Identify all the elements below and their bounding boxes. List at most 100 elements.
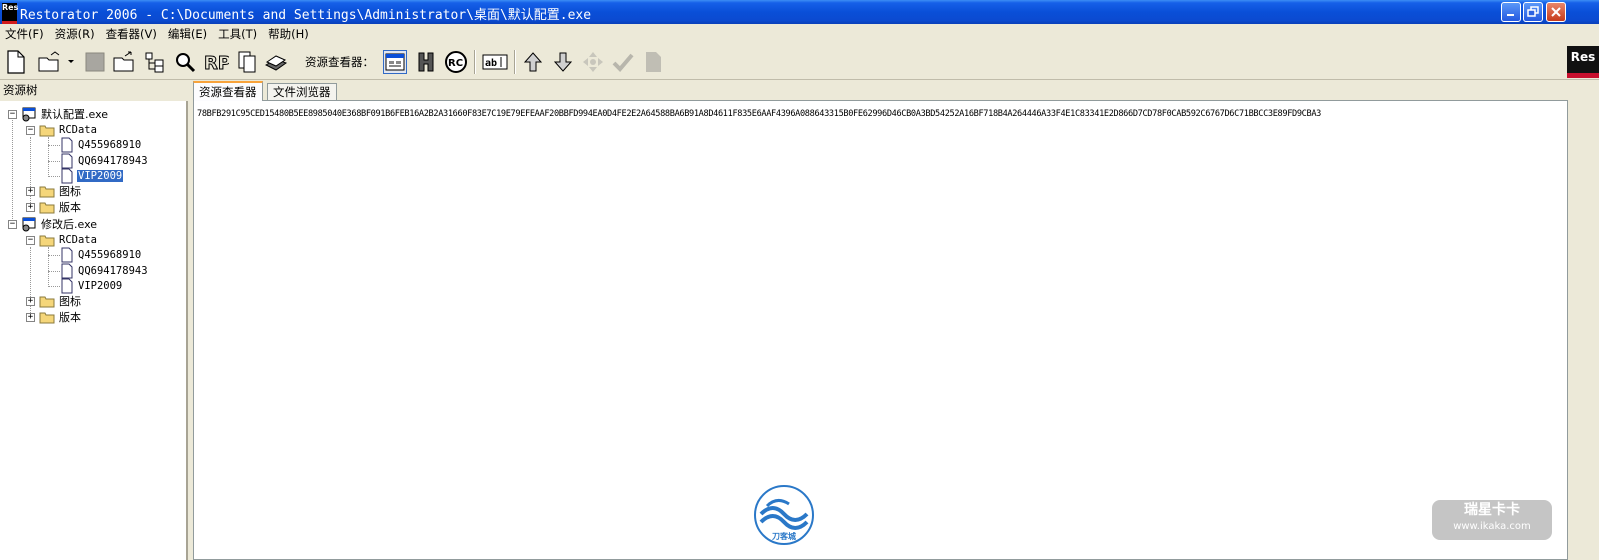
close-button[interactable] [1546, 2, 1566, 22]
open-folder-icon [38, 51, 60, 72]
apply-button[interactable] [611, 50, 635, 74]
menu-file[interactable]: 文件(F) [0, 26, 50, 42]
move-down-button[interactable] [551, 50, 575, 74]
svg-text:RP: RP [204, 53, 229, 74]
tree-resource-node[interactable]: VIP2009 [60, 278, 123, 294]
tree-resource-label: Q455968910 [78, 139, 142, 151]
checkmark-disabled-icon [612, 53, 634, 72]
menu-help[interactable]: 帮助(H) [263, 26, 315, 42]
save-button[interactable] [83, 50, 107, 74]
document-icon [61, 263, 73, 279]
open-button[interactable] [37, 50, 61, 74]
collapse-toggle[interactable]: − [8, 219, 17, 229]
tree-folder-label: RCData [59, 124, 97, 136]
rp-button[interactable]: RP [203, 50, 230, 75]
expand-toggle[interactable]: + [26, 186, 35, 196]
tree-file-label: 修改后.exe [41, 218, 98, 231]
tab-file-browser[interactable]: 文件浏览器 [267, 83, 337, 100]
tree-file-node[interactable]: − 默认配置.exe [8, 106, 109, 122]
view-rc-button[interactable]: RC [444, 50, 468, 74]
tree-resource-node[interactable]: QQ694178943 [60, 153, 149, 169]
folder-arrow-icon [113, 51, 134, 72]
document-icon [61, 278, 73, 294]
tree-folder-node[interactable]: − RCData [26, 232, 98, 248]
arrow-up-icon [523, 52, 543, 72]
menu-resource[interactable]: 资源(R) [50, 26, 101, 42]
folder-icon [39, 186, 55, 198]
copy-button[interactable] [235, 50, 259, 74]
view-visual-button[interactable] [383, 50, 407, 74]
expand-toggle[interactable]: + [26, 202, 35, 212]
save-disabled-icon [85, 52, 105, 72]
tree-folder-node[interactable]: + 版本 [26, 309, 82, 325]
tree-resource-label: QQ694178943 [78, 265, 148, 277]
title-bar[interactable]: Res Restorator 2006 - C:\Documents and S… [0, 0, 1599, 24]
view-edit-button[interactable]: ab [482, 50, 508, 74]
exe-file-icon [22, 217, 36, 232]
svg-text:ab: ab [485, 58, 497, 69]
tree-folder-label: 图标 [59, 185, 81, 198]
tree-folder-label: 图标 [59, 295, 81, 308]
rp-icon: RP [204, 53, 230, 75]
tree-resource-label: VIP2009 [78, 280, 123, 292]
folder-icon [39, 125, 55, 137]
view-hex-button[interactable] [414, 50, 438, 74]
tree-folder-node[interactable]: − RCData [26, 122, 98, 138]
collapse-toggle[interactable]: − [8, 109, 17, 119]
menu-viewer[interactable]: 查看器(V) [101, 26, 163, 42]
tree-file-node[interactable]: − 修改后.exe [8, 216, 98, 232]
resource-tree-header: 资源树 [3, 83, 38, 97]
tree-resource-node[interactable]: Q455968910 [60, 247, 142, 263]
copy-pages-icon [238, 51, 256, 73]
tree-resource-node[interactable]: Q455968910 [60, 137, 142, 153]
viewer-label: 资源查看器： [305, 55, 374, 69]
collapse-toggle[interactable]: − [26, 235, 35, 245]
folder-icon [39, 312, 55, 324]
tree-folder-label: RCData [59, 234, 97, 246]
exe-file-icon [22, 107, 36, 122]
search-button[interactable] [173, 50, 197, 74]
minimize-button[interactable] [1501, 2, 1521, 22]
menu-edit[interactable]: 编辑(E) [163, 26, 213, 42]
watermark-logo: 刀客城 [754, 485, 814, 545]
tree-resource-node-selected[interactable]: VIP2009 [60, 168, 124, 184]
svg-text:RC: RC [448, 58, 463, 69]
menu-tools[interactable]: 工具(T) [213, 26, 263, 42]
new-file-icon [7, 50, 25, 74]
book-icon [264, 55, 288, 71]
tree-view-icon [145, 52, 164, 73]
open-dropdown[interactable] [64, 50, 78, 74]
resource-tree: − 默认配置.exe − RCData Q455968910 QQ6941789… [0, 101, 188, 560]
tab-resource-viewer[interactable]: 资源查看器 [193, 81, 263, 101]
resource-data-text[interactable]: 78BFB291C95CED15480B5EE8985040E368BF091B… [197, 109, 1321, 119]
move-up-button[interactable] [521, 50, 545, 74]
ikaka-watermark: 瑞星卡卡 www.ikaka.com [1432, 500, 1552, 540]
close-icon [1551, 7, 1561, 17]
tree-folder-node[interactable]: + 图标 [26, 293, 82, 309]
document-icon [61, 153, 73, 169]
expand-toggle[interactable]: + [26, 296, 35, 306]
tree-resource-node[interactable]: QQ694178943 [60, 263, 149, 279]
move-disabled-icon [583, 52, 603, 72]
folder-icon [39, 235, 55, 247]
page-disabled-icon [646, 52, 661, 72]
move-button[interactable] [581, 50, 605, 74]
expand-toggle[interactable]: + [26, 312, 35, 322]
visual-view-icon [385, 53, 405, 71]
tree-file-label: 默认配置.exe [41, 108, 109, 121]
delete-button[interactable] [641, 50, 665, 74]
ikaka-watermark-title: 瑞星卡卡 [1464, 502, 1520, 518]
tree-folder-label: 版本 [59, 201, 81, 214]
restore-button[interactable] [1523, 2, 1543, 22]
tree-folder-node[interactable]: + 版本 [26, 199, 82, 215]
new-button[interactable] [3, 50, 27, 74]
watermark-logo-text: 刀客城 [772, 531, 796, 541]
open-folder-button[interactable] [112, 50, 136, 74]
document-icon [61, 247, 73, 263]
collapse-toggle[interactable]: − [26, 125, 35, 135]
window-title: Restorator 2006 - C:\Documents and Setti… [20, 8, 592, 23]
resource-viewer-pane[interactable]: 78BFB291C95CED15480B5EE8985040E368BF091B… [193, 100, 1568, 560]
book-button[interactable] [264, 50, 288, 74]
resource-tree-button[interactable] [143, 50, 167, 74]
tree-folder-node[interactable]: + 图标 [26, 183, 82, 199]
